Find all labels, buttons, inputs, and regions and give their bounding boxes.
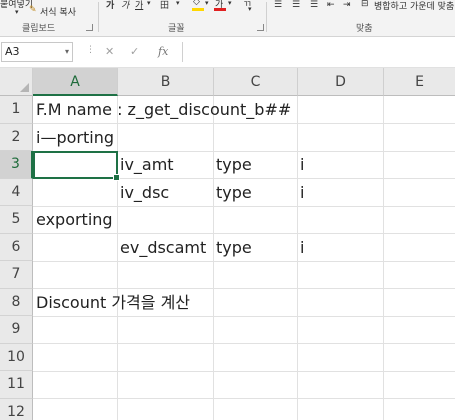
decrease-indent-icon[interactable]: ⇤ bbox=[327, 0, 335, 10]
align-left-icon[interactable]: ☰ bbox=[274, 0, 282, 10]
row-header-6[interactable]: 6 bbox=[0, 233, 33, 261]
cell-a1[interactable]: F.M name : z_get_discount_b## bbox=[33, 96, 291, 123]
fill-color-swatch bbox=[192, 8, 204, 11]
merge-center-button[interactable]: 병합하고 가운데 맞춤 bbox=[374, 0, 454, 12]
align-right-icon[interactable]: ☰ bbox=[310, 0, 318, 10]
cell-a5[interactable]: exporting bbox=[33, 206, 113, 233]
name-box[interactable]: A3 ▾ bbox=[1, 42, 73, 62]
bold-button[interactable]: 가 bbox=[106, 0, 114, 11]
row-header-9[interactable]: 9 bbox=[0, 316, 33, 344]
column-header-e[interactable]: E bbox=[384, 68, 455, 96]
increase-indent-icon[interactable]: ⇥ bbox=[343, 0, 351, 10]
align-center-icon[interactable]: ☰ bbox=[292, 0, 300, 10]
cell-c6[interactable]: type bbox=[213, 234, 252, 261]
cell-a8[interactable]: Discount 가격을 계산 bbox=[33, 289, 190, 316]
row-header-3[interactable]: 3 bbox=[0, 151, 33, 179]
cell-b3[interactable]: iv_amt bbox=[117, 151, 174, 178]
row-header-2[interactable]: 2 bbox=[0, 123, 33, 151]
row-header-8[interactable]: 8 bbox=[0, 288, 33, 316]
gridline bbox=[33, 343, 455, 344]
active-cell-selection[interactable] bbox=[33, 151, 120, 181]
clipboard-group-label: 클립보드 bbox=[22, 24, 56, 34]
formula-value bbox=[183, 46, 187, 60]
gridline bbox=[33, 370, 455, 372]
font-color-swatch bbox=[214, 8, 226, 11]
fx-button[interactable]: fx bbox=[158, 45, 168, 58]
font-launcher-icon[interactable] bbox=[257, 24, 264, 31]
chevron-down-icon[interactable]: ▾ bbox=[248, 5, 252, 13]
cell-d3[interactable]: i bbox=[297, 151, 304, 178]
chevron-down-icon[interactable]: ▾ bbox=[176, 0, 180, 7]
row-header-10[interactable]: 10 bbox=[0, 343, 33, 371]
close-icon[interactable]: ✕ bbox=[105, 45, 114, 58]
font-group-label: 글꼴 bbox=[168, 24, 185, 34]
merge-center-icon[interactable]: ⊟ bbox=[361, 0, 369, 9]
gridline bbox=[33, 398, 455, 399]
cell-d4[interactable]: i bbox=[297, 179, 304, 206]
column-header-b[interactable]: B bbox=[118, 68, 214, 96]
check-icon[interactable]: ✓ bbox=[130, 45, 139, 58]
row-header-4[interactable]: 4 bbox=[0, 178, 33, 206]
row-header-1[interactable]: 1 bbox=[0, 96, 33, 124]
column-header-d[interactable]: D bbox=[298, 68, 384, 96]
cell-a2[interactable]: i—porting bbox=[33, 124, 114, 151]
ribbon: 붙여넣기 ▾ ✎ 서식 복사 클립보드 가 가 가 ▾ 田 ▾ ◇ ▾ 가 ▾ … bbox=[0, 0, 455, 37]
more-icon: ⋮ bbox=[86, 45, 95, 55]
formula-bar: A3 ▾ ⋮ ✕ ✓ fx bbox=[0, 37, 455, 68]
row-header-5[interactable]: 5 bbox=[0, 206, 33, 234]
cell-b6[interactable]: ev_dscamt bbox=[117, 234, 206, 261]
format-painter-icon: ✎ bbox=[29, 5, 37, 15]
format-painter-button[interactable]: 서식 복사 bbox=[40, 5, 76, 18]
column-header-c[interactable]: C bbox=[214, 68, 298, 96]
column-header-a[interactable]: A bbox=[33, 68, 118, 96]
chevron-down-icon[interactable]: ▾ bbox=[228, 0, 232, 7]
row-header-11[interactable]: 11 bbox=[0, 371, 33, 399]
cell-b4[interactable]: iv_dsc bbox=[117, 179, 169, 206]
italic-button[interactable]: 가 bbox=[121, 0, 129, 11]
chevron-down-icon[interactable]: ▾ bbox=[147, 0, 151, 7]
underline-button[interactable]: 가 bbox=[135, 0, 143, 11]
formula-input[interactable] bbox=[182, 42, 455, 62]
border-icon[interactable]: 田 bbox=[160, 0, 169, 11]
cell-c4[interactable]: type bbox=[213, 179, 252, 206]
spreadsheet-grid[interactable]: A B C D E 1 2 3 4 5 6 7 8 9 10 11 12 F.M… bbox=[0, 68, 455, 420]
select-all-button[interactable] bbox=[0, 68, 33, 96]
group-separator bbox=[98, 2, 99, 32]
cell-c3[interactable]: type bbox=[213, 151, 252, 178]
group-separator bbox=[266, 2, 267, 32]
cell-d6[interactable]: i bbox=[297, 234, 304, 261]
chevron-down-icon[interactable]: ▾ bbox=[65, 43, 69, 61]
row-header-7[interactable]: 7 bbox=[0, 261, 33, 289]
chevron-down-icon[interactable]: ▾ bbox=[15, 8, 19, 16]
row-header-12[interactable]: 12 bbox=[0, 398, 33, 420]
fill-color-icon[interactable]: ◇ bbox=[193, 0, 200, 7]
alignment-group-label: 맞춤 bbox=[356, 24, 373, 34]
name-box-value: A3 bbox=[5, 45, 20, 58]
chevron-down-icon[interactable]: ▾ bbox=[205, 0, 209, 7]
clipboard-launcher-icon[interactable] bbox=[86, 24, 93, 31]
